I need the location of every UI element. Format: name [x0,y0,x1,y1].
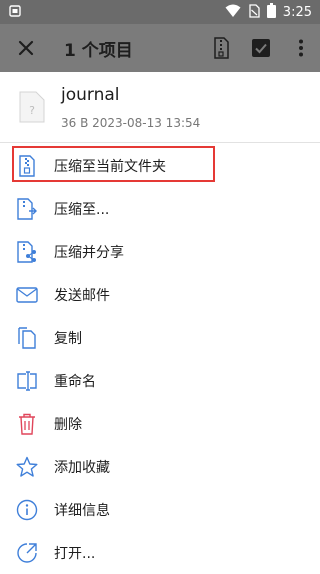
star-icon [16,456,38,478]
more-icon[interactable] [290,36,312,60]
menu-item-compress-to[interactable]: 压缩至... [0,187,320,230]
rename-icon [16,370,38,392]
menu-item-compress-share[interactable]: 压缩并分享 [0,230,320,273]
file-header: ? journal 36 B 2023-08-13 13:54 [0,72,320,142]
status-bar: 3:25 [0,0,320,24]
battery-icon [266,3,276,22]
open-icon [16,542,38,564]
menu-item-send-mail[interactable]: 发送邮件 [0,273,320,316]
trash-icon [16,413,38,435]
mail-icon [16,284,38,306]
menu-item-rename[interactable]: 重命名 [0,359,320,402]
divider [0,142,320,143]
file-meta: 36 B 2023-08-13 13:54 [61,116,201,130]
copy-icon [16,326,38,349]
menu-item-label: 打开... [54,545,96,562]
notification-icon [8,3,22,22]
menu-item-details[interactable]: 详细信息 [0,488,320,531]
svg-text:?: ? [29,104,35,117]
zip-to-icon [16,197,38,220]
action-menu: 压缩至当前文件夹 压缩至... 压缩并分享 发送邮件 复制 重命名 删除 添加收… [0,144,320,574]
menu-item-label: 复制 [54,330,82,347]
close-icon[interactable] [14,36,38,60]
menu-item-label: 压缩并分享 [54,244,124,261]
wifi-icon [225,3,241,22]
archive-icon[interactable] [210,36,232,60]
menu-item-label: 发送邮件 [54,287,110,304]
select-all-icon[interactable] [250,36,272,60]
info-icon [16,499,38,521]
menu-item-delete[interactable]: 删除 [0,402,320,445]
menu-item-label: 重命名 [54,373,96,390]
menu-item-label: 压缩至... [54,201,110,218]
highlight-box [12,146,215,182]
menu-item-open-with[interactable]: 打开... [0,531,320,574]
menu-item-label: 删除 [54,416,82,433]
menu-item-label: 详细信息 [54,502,110,519]
zip-share-icon [16,240,38,263]
action-toolbar: 1 个项目 [0,24,320,72]
clock: 3:25 [282,4,312,20]
file-name: journal [61,85,120,105]
selection-title: 1 个项目 [64,41,133,61]
no-sim-icon [248,3,260,22]
menu-item-label: 添加收藏 [54,459,110,476]
file-thumbnail-icon: ? [19,91,45,123]
menu-item-add-favorite[interactable]: 添加收藏 [0,445,320,488]
menu-item-copy[interactable]: 复制 [0,316,320,359]
